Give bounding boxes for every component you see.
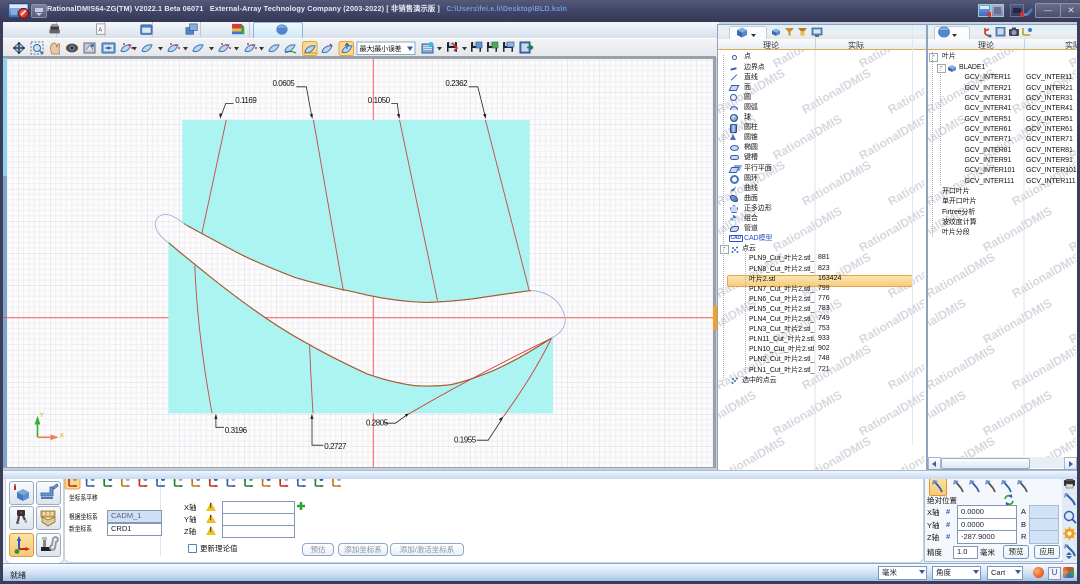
svg-text:RationalDMIS: RationalDMIS <box>857 296 925 347</box>
svg-text:RationalDMIS: RationalDMIS <box>1067 296 1077 347</box>
svg-text:RationalDMIS: RationalDMIS <box>800 434 874 470</box>
svg-text:RationalDMIS: RationalDMIS <box>771 388 845 439</box>
svg-text:RationalDMIS: RationalDMIS <box>718 388 758 439</box>
svg-text:RationalDMIS: RationalDMIS <box>771 204 845 255</box>
svg-text:RationalDMIS: RationalDMIS <box>981 204 1055 255</box>
svg-text:Y: Y <box>40 412 45 419</box>
svg-text:RationalDMIS: RationalDMIS <box>928 388 968 439</box>
svg-text:0.1169: 0.1169 <box>235 96 257 105</box>
svg-text:X: X <box>60 433 65 440</box>
svg-text:0.1955: 0.1955 <box>454 436 477 445</box>
svg-text:0.2805: 0.2805 <box>366 419 389 428</box>
svg-text:RationalDMIS: RationalDMIS <box>771 50 845 71</box>
svg-text:RationalDMIS: RationalDMIS <box>928 296 968 347</box>
svg-text:RationalDMIS: RationalDMIS <box>800 158 874 209</box>
svg-text:RationalDMIS: RationalDMIS <box>886 342 925 393</box>
svg-text:RationalDMIS: RationalDMIS <box>857 388 925 439</box>
svg-text:RationalDMIS: RationalDMIS <box>1010 342 1077 393</box>
svg-text:RationalDMIS: RationalDMIS <box>981 388 1055 439</box>
svg-text:A: A <box>98 27 102 33</box>
svg-text:RationalDMIS: RationalDMIS <box>886 66 925 117</box>
svg-text:0.2362: 0.2362 <box>445 79 468 88</box>
svg-text:RationalDMIS: RationalDMIS <box>1067 204 1077 255</box>
svg-text:RationalDMIS: RationalDMIS <box>886 158 925 209</box>
svg-text:RationalDMIS: RationalDMIS <box>1067 388 1077 439</box>
svg-text:0.2727: 0.2727 <box>324 442 347 451</box>
svg-text:RationalDMIS: RationalDMIS <box>718 434 787 470</box>
svg-text:RationalDMIS: RationalDMIS <box>928 112 968 163</box>
svg-text:RationalDMIS: RationalDMIS <box>1010 250 1077 301</box>
svg-text:最大|最小误差: 最大|最小误差 <box>360 44 402 53</box>
svg-text:RationalDMIS: RationalDMIS <box>771 112 845 163</box>
svg-text:RationalDMIS: RationalDMIS <box>928 250 997 301</box>
svg-text:RationalDMIS: RationalDMIS <box>928 342 997 393</box>
svg-text:0.1050: 0.1050 <box>368 96 391 105</box>
svg-text:RationalDMIS: RationalDMIS <box>981 296 1055 347</box>
svg-text:RationalDMIS: RationalDMIS <box>886 434 925 470</box>
svg-text:0.3196: 0.3196 <box>225 426 248 435</box>
svg-text:RationalDMIS: RationalDMIS <box>857 112 925 163</box>
svg-text:RationalDMIS: RationalDMIS <box>800 66 874 117</box>
svg-text:RationalDMIS: RationalDMIS <box>857 204 925 255</box>
svg-text:0.0605: 0.0605 <box>273 79 296 88</box>
